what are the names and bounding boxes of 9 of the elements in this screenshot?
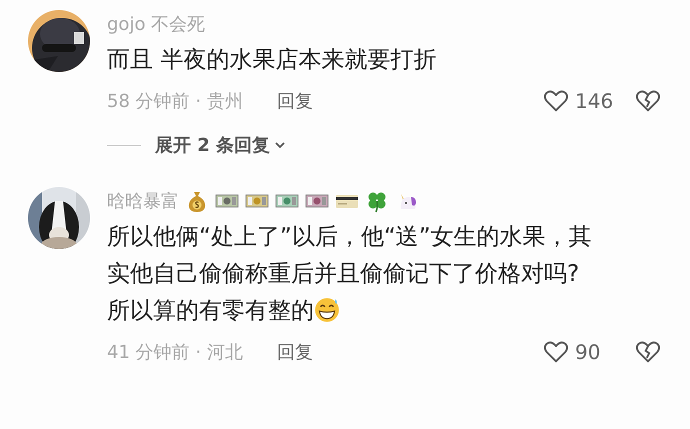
reply-button[interactable]: 回复	[276, 89, 313, 113]
comment-text: 而且 半夜的水果店本来就要打折	[107, 47, 436, 73]
reply-button[interactable]: 回复	[276, 340, 313, 364]
timestamp: 41 分钟前 · 河北	[107, 341, 243, 364]
like-button[interactable]: 90	[542, 338, 634, 366]
timestamp: 58 分钟前 · 贵州	[107, 90, 243, 113]
expand-replies-button[interactable]: 展开 2 条回复	[155, 133, 286, 157]
like-button[interactable]: 146	[542, 87, 634, 115]
comment-text: 所以他俩“处上了”以后，他“送”女生的水果，其实他自己偷偷称重后并且偷偷记下了价格对吗?所以算的有零有整的	[107, 224, 592, 324]
